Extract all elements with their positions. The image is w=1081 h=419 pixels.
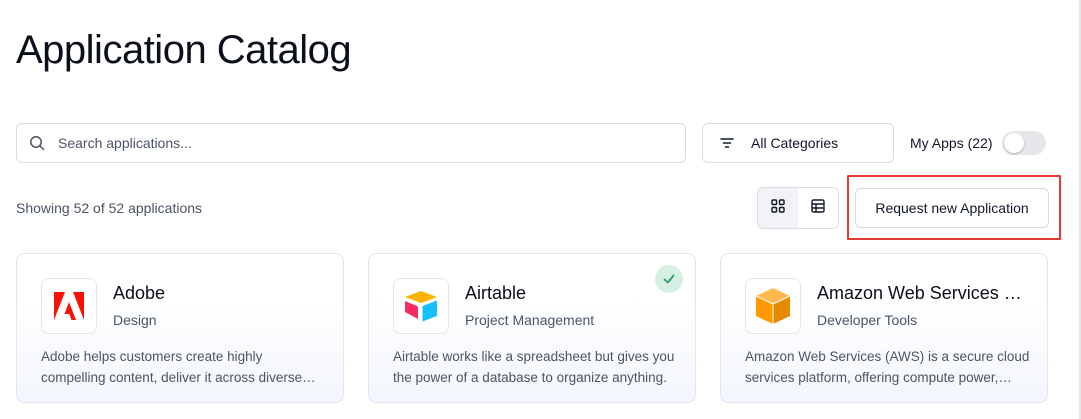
grid-view-button[interactable]: [758, 188, 798, 228]
my-apps-toggle[interactable]: [1002, 131, 1047, 155]
search-input[interactable]: [58, 135, 658, 151]
app-description: Airtable works like a spreadsheet but gi…: [393, 349, 675, 385]
category-filter-dropdown[interactable]: All Categories: [702, 123, 894, 163]
filter-icon: [719, 135, 735, 151]
table-icon: [811, 198, 825, 218]
results-count: Showing 52 of 52 applications: [16, 200, 203, 216]
page-title: Application Catalog: [16, 28, 352, 72]
app-description: Amazon Web Services (AWS) is a secure cl…: [745, 349, 1030, 385]
app-name: Adobe: [113, 283, 166, 303]
search-icon: [29, 135, 45, 151]
app-card-aws[interactable]: Amazon Web Services (AWS) Developer Tool…: [720, 253, 1048, 403]
app-card-adobe[interactable]: Adobe Design Adobe helps customers creat…: [16, 253, 344, 403]
toggle-knob: [1004, 133, 1025, 153]
my-apps-label: My Apps (22): [910, 135, 993, 151]
grid-icon: [771, 198, 785, 218]
installed-check-icon: [655, 265, 683, 293]
app-category: Project Management: [465, 312, 595, 328]
table-view-button[interactable]: [798, 188, 838, 228]
app-description: Adobe helps customers create highly comp…: [41, 349, 303, 385]
view-mode-toggle: [757, 187, 839, 229]
app-category: Design: [113, 312, 157, 328]
app-category: Developer Tools: [817, 312, 918, 328]
airtable-logo-icon: [393, 278, 449, 334]
adobe-logo-icon: [41, 278, 97, 334]
app-name: Airtable: [465, 283, 527, 303]
app-name: Amazon Web Services (AWS): [817, 283, 1027, 303]
category-filter-label: All Categories: [751, 135, 839, 151]
aws-logo-icon: [745, 278, 801, 334]
my-apps-filter: My Apps (22): [910, 131, 1047, 155]
search-bar[interactable]: [16, 123, 686, 163]
request-new-application-button[interactable]: Request new Application: [855, 188, 1049, 228]
app-card-airtable[interactable]: Airtable Project Management Airtable wor…: [368, 253, 696, 403]
